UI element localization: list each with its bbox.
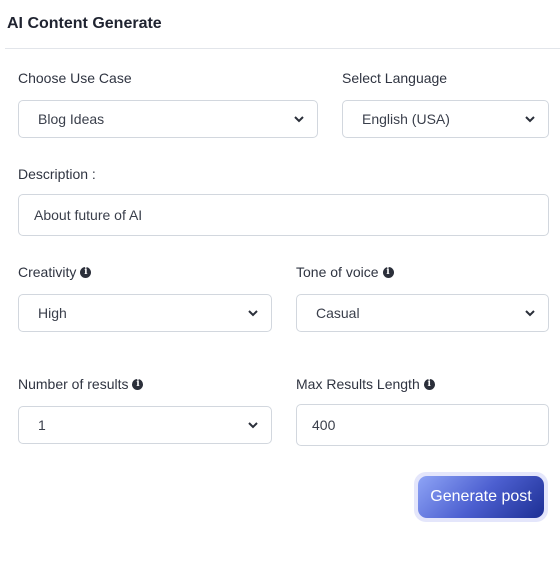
tone-select[interactable]: Casual [296,294,549,332]
language-label: Select Language [342,70,447,86]
use-case-select[interactable]: Blog Ideas [18,100,318,138]
max-length-input[interactable]: 400 [296,404,549,446]
page-title: AI Content Generate [7,15,162,32]
num-results-label-text: Number of results [18,376,129,392]
header-divider [5,48,560,49]
language-select[interactable]: English (USA) [342,100,549,138]
creativity-select[interactable]: High [18,294,272,332]
tone-label-text: Tone of voice [296,264,379,280]
description-label: Description : [18,166,96,182]
tone-value: Casual [316,305,360,321]
description-label-text: Description : [18,166,96,182]
creativity-label: Creativity i [18,264,92,280]
generate-post-button[interactable]: Generate post [418,476,544,518]
use-case-label-text: Choose Use Case [18,70,132,86]
generate-button-focus-ring: Generate post [414,472,548,522]
chevron-down-icon [525,310,535,317]
max-length-label: Max Results Length i [296,376,435,392]
creativity-value: High [38,305,67,321]
num-results-select[interactable]: 1 [18,406,272,444]
num-results-value: 1 [38,417,46,433]
info-icon[interactable]: i [423,378,435,390]
chevron-down-icon [248,310,258,317]
description-value: About future of AI [34,207,143,223]
chevron-down-icon [248,422,258,429]
max-length-label-text: Max Results Length [296,376,420,392]
use-case-label: Choose Use Case [18,70,132,86]
creativity-label-text: Creativity [18,264,77,280]
chevron-down-icon [525,116,535,123]
info-icon[interactable]: i [80,266,92,278]
language-label-text: Select Language [342,70,448,86]
info-icon[interactable]: i [382,266,394,278]
use-case-value: Blog Ideas [38,111,105,127]
language-value: English (USA) [362,111,450,127]
info-icon[interactable]: i [132,378,144,390]
chevron-down-icon [294,116,304,123]
description-input[interactable]: About future of AI [18,194,549,236]
max-length-value: 400 [312,417,336,433]
num-results-label: Number of results i [18,376,144,392]
tone-label: Tone of voice i [296,264,394,280]
